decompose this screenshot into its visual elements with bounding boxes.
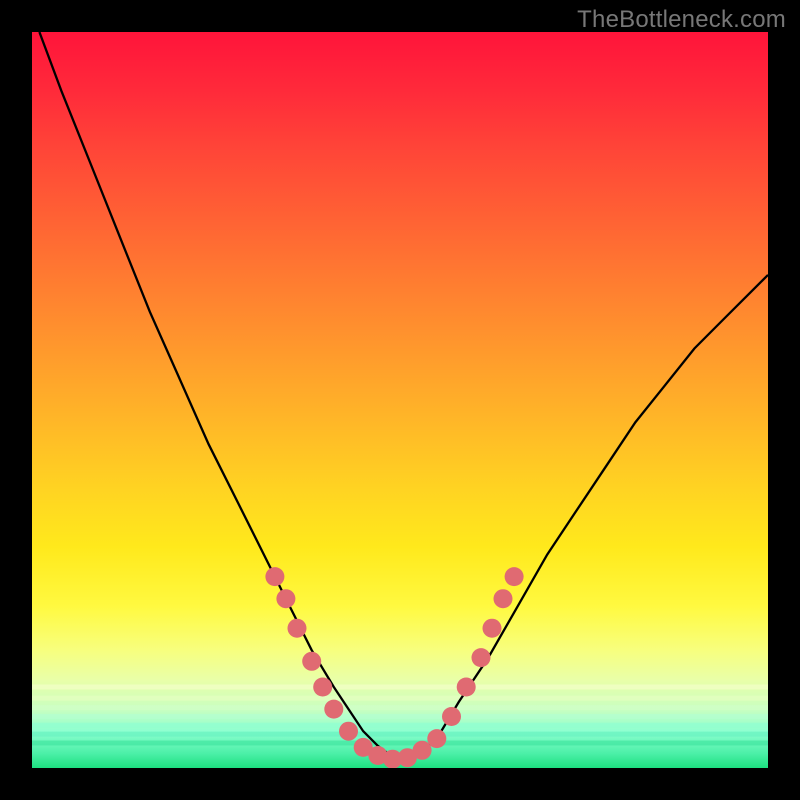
data-markers xyxy=(265,567,523,768)
watermark-text: TheBottleneck.com xyxy=(577,6,786,34)
gradient-bands xyxy=(32,687,768,743)
data-marker xyxy=(276,589,295,608)
chart-svg xyxy=(32,32,768,768)
data-marker xyxy=(505,567,524,586)
data-marker xyxy=(288,619,307,638)
data-marker xyxy=(494,589,513,608)
data-marker xyxy=(457,678,476,697)
data-marker xyxy=(483,619,502,638)
data-marker xyxy=(472,648,491,667)
bottleneck-curve xyxy=(39,32,768,761)
data-marker xyxy=(313,678,332,697)
plot-area xyxy=(32,32,768,768)
data-marker xyxy=(265,567,284,586)
data-marker xyxy=(413,741,432,760)
data-marker xyxy=(324,700,343,719)
data-marker xyxy=(339,722,358,741)
data-marker xyxy=(302,652,321,671)
data-marker xyxy=(427,729,446,748)
data-marker xyxy=(442,707,461,726)
chart-container: TheBottleneck.com xyxy=(0,0,800,800)
